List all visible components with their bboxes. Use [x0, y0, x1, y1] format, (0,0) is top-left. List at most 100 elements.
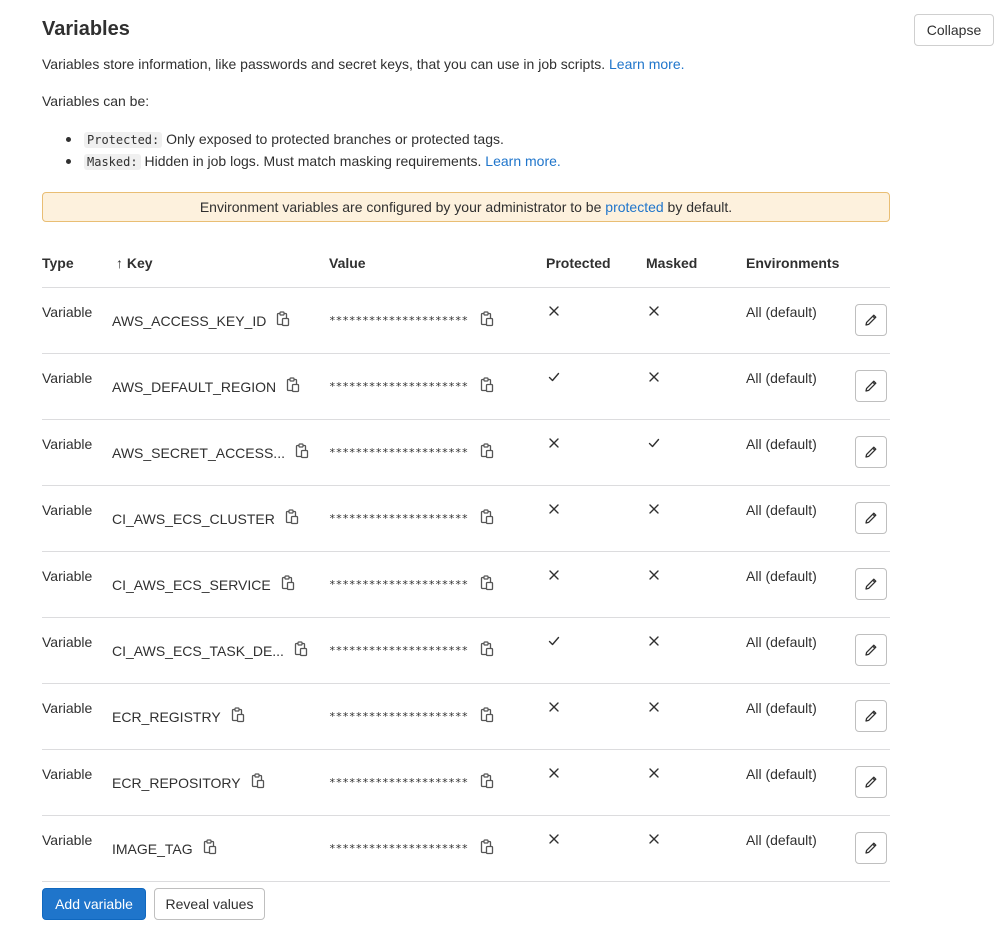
- copy-key-icon[interactable]: [231, 707, 245, 726]
- variable-key: CI_AWS_ECS_CLUSTER: [112, 510, 275, 527]
- add-variable-button[interactable]: Add variable: [42, 888, 146, 920]
- close-icon: [648, 503, 660, 515]
- close-icon: [648, 635, 660, 647]
- variable-key: ECR_REPOSITORY: [112, 774, 241, 791]
- copy-value-icon[interactable]: [480, 311, 494, 330]
- copy-value-icon[interactable]: [480, 509, 494, 528]
- variable-value: *********************: [329, 578, 469, 591]
- pencil-icon: [863, 312, 879, 328]
- variable-type: Variable: [42, 304, 93, 320]
- table-row: Variable CI_AWS_ECS_SERVICE **************…: [42, 552, 890, 618]
- variable-type: Variable: [42, 370, 93, 386]
- table-row: Variable ECR_REPOSITORY ******************…: [42, 750, 890, 816]
- copy-key-icon[interactable]: [203, 839, 217, 858]
- copy-key-icon[interactable]: [295, 443, 309, 462]
- header-masked: Masked: [646, 255, 698, 271]
- variable-key-cell: CI_AWS_ECS_TASK_DE...: [112, 641, 308, 660]
- protected-link[interactable]: protected: [605, 199, 663, 215]
- variable-value: *********************: [329, 512, 469, 525]
- copy-key-icon[interactable]: [294, 641, 308, 660]
- close-icon: [648, 305, 660, 317]
- variable-value: *********************: [329, 710, 469, 723]
- masking-learn-more-link[interactable]: Learn more.: [485, 153, 560, 169]
- header-value: Value: [329, 255, 366, 271]
- pencil-icon: [863, 708, 879, 724]
- edit-variable-button[interactable]: [855, 568, 887, 600]
- variable-value: *********************: [329, 446, 469, 459]
- variable-key: CI_AWS_ECS_SERVICE: [112, 576, 271, 593]
- edit-variable-button[interactable]: [855, 436, 887, 468]
- variable-environment: All (default): [746, 304, 817, 320]
- close-icon: [648, 833, 660, 845]
- variable-key-cell: AWS_SECRET_ACCESS...: [112, 443, 309, 462]
- variable-key: IMAGE_TAG: [112, 840, 193, 857]
- close-icon: [648, 569, 660, 581]
- copy-value-icon[interactable]: [480, 443, 494, 462]
- variable-value: *********************: [329, 842, 469, 855]
- variable-environment: All (default): [746, 634, 817, 650]
- copy-key-icon[interactable]: [285, 509, 299, 528]
- close-icon: [548, 503, 560, 515]
- check-icon: [548, 635, 560, 647]
- variable-key-cell: CI_AWS_ECS_SERVICE: [112, 575, 295, 594]
- edit-variable-button[interactable]: [855, 700, 887, 732]
- edit-variable-button[interactable]: [855, 634, 887, 666]
- copy-value-icon[interactable]: [480, 707, 494, 726]
- variable-key: ECR_REGISTRY: [112, 708, 221, 725]
- edit-variable-button[interactable]: [855, 766, 887, 798]
- variable-value-cell: *********************: [329, 575, 494, 594]
- list-item-protected: Protected: Only exposed to protected bra…: [64, 128, 561, 150]
- learn-more-link[interactable]: Learn more.: [609, 56, 684, 72]
- copy-value-icon[interactable]: [480, 377, 494, 396]
- table-body: Variable AWS_ACCESS_KEY_ID ***************…: [42, 288, 890, 882]
- check-icon: [648, 437, 660, 449]
- table-row: Variable AWS_SECRET_ACCESS... ************…: [42, 420, 890, 486]
- can-be-text: Variables can be:: [42, 93, 150, 109]
- variable-key-cell: AWS_DEFAULT_REGION: [112, 377, 300, 396]
- table-header: Type ↑ Key Value Protected Masked Enviro…: [42, 247, 890, 288]
- variable-key-cell: ECR_REPOSITORY: [112, 773, 265, 792]
- copy-key-icon[interactable]: [281, 575, 295, 594]
- variable-type: Variable: [42, 502, 93, 518]
- alert-text-before: Environment variables are configured by …: [199, 199, 602, 215]
- edit-variable-button[interactable]: [855, 502, 887, 534]
- variable-environment: All (default): [746, 568, 817, 584]
- table-row: Variable CI_AWS_ECS_TASK_DE... ***********…: [42, 618, 890, 684]
- copy-key-icon[interactable]: [286, 377, 300, 396]
- variable-key: AWS_DEFAULT_REGION: [112, 378, 277, 395]
- alert-text-after: by default.: [667, 199, 733, 215]
- pencil-icon: [863, 510, 879, 526]
- variables-table: Type ↑ Key Value Protected Masked Enviro…: [42, 247, 890, 882]
- copy-value-icon[interactable]: [480, 839, 494, 858]
- variable-key-cell: IMAGE_TAG: [112, 839, 217, 858]
- copy-value-icon[interactable]: [480, 575, 494, 594]
- header-key[interactable]: ↑ Key: [116, 255, 153, 271]
- variable-environment: All (default): [746, 370, 817, 386]
- variable-type: Variable: [42, 766, 93, 782]
- close-icon: [548, 569, 560, 581]
- variable-value: *********************: [329, 644, 469, 657]
- collapse-button[interactable]: Collapse: [914, 14, 994, 46]
- variable-value-cell: *********************: [329, 641, 494, 660]
- variable-environment: All (default): [746, 832, 817, 848]
- close-icon: [548, 305, 560, 317]
- variable-type: Variable: [42, 700, 93, 716]
- masked-description: Hidden in job logs. Must match masking r…: [144, 153, 482, 169]
- copy-key-icon[interactable]: [276, 311, 290, 330]
- variable-key-cell: CI_AWS_ECS_CLUSTER: [112, 509, 299, 528]
- close-icon: [648, 371, 660, 383]
- close-icon: [648, 767, 660, 779]
- pencil-icon: [863, 840, 879, 856]
- variable-value: *********************: [329, 314, 469, 327]
- edit-variable-button[interactable]: [855, 832, 887, 864]
- description: Variables store information, like passwo…: [42, 56, 685, 72]
- reveal-values-button[interactable]: Reveal values: [154, 888, 265, 920]
- protected-description: Only exposed to protected branches or pr…: [166, 131, 504, 147]
- copy-key-icon[interactable]: [251, 773, 265, 792]
- edit-variable-button[interactable]: [855, 370, 887, 402]
- edit-variable-button[interactable]: [855, 304, 887, 336]
- close-icon: [648, 701, 660, 713]
- variable-type: Variable: [42, 832, 93, 848]
- copy-value-icon[interactable]: [480, 773, 494, 792]
- copy-value-icon[interactable]: [480, 641, 494, 660]
